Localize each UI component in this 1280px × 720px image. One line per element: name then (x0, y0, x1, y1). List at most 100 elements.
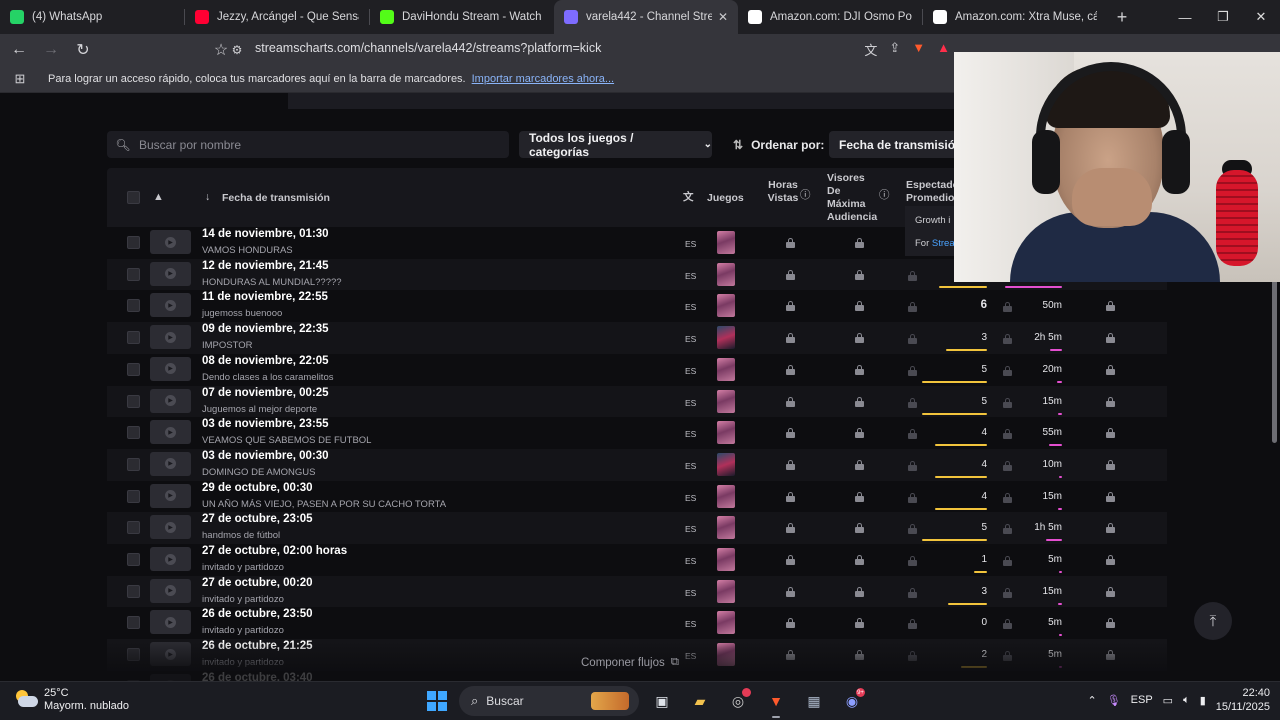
row-checkbox[interactable] (127, 648, 140, 662)
brave-browser-icon[interactable]: ▼ (761, 686, 791, 718)
table-row[interactable]: ▶ 09 de noviembre, 22:35 IMPOSTOR ES 3 2h 5m (107, 322, 1167, 354)
table-row[interactable]: ▶ 29 de octubre, 00:30 UN AÑO MÁS VIEJO, P… (107, 481, 1167, 513)
stream-date[interactable]: 07 de noviembre, 00:25 (202, 387, 329, 399)
game-cover-icon[interactable] (717, 452, 735, 476)
game-cover-icon[interactable] (717, 516, 735, 540)
stream-date[interactable]: 09 de noviembre, 22:35 (202, 323, 329, 335)
col-hours-watched[interactable]: Horas Vistas (766, 179, 800, 205)
stream-date[interactable]: 26 de octubre, 03:40 (202, 672, 313, 681)
col-peak-viewers[interactable]: Visores De Máxima Audiencia (827, 172, 877, 224)
browser-tab[interactable]: Amazon.com: DJI Osmo Pocket (738, 0, 922, 34)
close-tab-icon[interactable]: ✕ (718, 10, 728, 24)
game-cover-icon[interactable] (717, 294, 735, 318)
scrollbar-thumb[interactable] (1272, 263, 1277, 443)
game-cover-icon[interactable] (717, 231, 735, 254)
file-explorer-icon[interactable]: ▰ (685, 686, 715, 716)
stream-date[interactable]: 08 de noviembre, 22:05 (202, 355, 329, 367)
table-row[interactable]: ▶ 07 de noviembre, 00:25 Juguemos al mejor… (107, 385, 1167, 418)
search-box[interactable]: 🔍︎ (107, 131, 509, 158)
games-filter-dropdown[interactable]: Todos los juegos / categorías ⌄ (519, 131, 712, 159)
stream-thumbnail[interactable]: ▶ (150, 451, 191, 476)
stream-thumbnail[interactable]: ▶ (150, 610, 191, 635)
stream-date[interactable]: 12 de noviembre, 21:45 (202, 260, 329, 272)
task-view-icon[interactable]: ▣ (647, 686, 677, 716)
apps-grid-icon[interactable]: ⊞ (0, 71, 40, 87)
browser-tab[interactable]: Jezzy, Arcángel - Que Sensación (185, 0, 369, 34)
row-checkbox[interactable] (127, 394, 140, 408)
stream-thumbnail[interactable]: ▶ (150, 261, 191, 286)
game-cover-icon[interactable] (717, 389, 735, 413)
table-row[interactable]: ▶ 27 de octubre, 02:00 horas invitado y pa… (107, 544, 1167, 576)
stream-thumbnail[interactable]: ▶ (150, 230, 191, 254)
stream-date[interactable]: 03 de noviembre, 00:30 (202, 450, 329, 462)
stream-date[interactable]: 03 de noviembre, 23:55 (202, 418, 329, 430)
stream-thumbnail[interactable]: ▶ (150, 356, 191, 381)
site-info-icon[interactable]: ⚙ (224, 37, 250, 63)
game-cover-icon[interactable] (717, 262, 735, 286)
game-cover-icon[interactable] (717, 326, 735, 350)
date-sort-icon[interactable]: ↓ (205, 191, 210, 204)
compose-streams-button[interactable]: Componer flujos ⧉ (581, 656, 679, 669)
stream-date[interactable]: 26 de octubre, 23:50 (202, 608, 313, 620)
game-cover-icon[interactable] (717, 548, 735, 571)
stream-date[interactable]: 27 de octubre, 23:05 (202, 513, 313, 525)
battery-icon[interactable]: ▮ (1200, 694, 1206, 707)
language-indicator[interactable]: ESP (1131, 694, 1153, 706)
close-window-button[interactable]: ✕ (1242, 0, 1280, 34)
microphone-tray-icon[interactable]: 🎙︎ (1107, 694, 1121, 707)
table-row[interactable]: ▶ 08 de noviembre, 22:05 Dendo clases a lo… (107, 354, 1167, 386)
row-checkbox[interactable] (127, 299, 140, 313)
table-row[interactable]: ▶ 26 de octubre, 23:50 invitado y partidoz… (107, 607, 1167, 639)
row-checkbox[interactable] (127, 362, 140, 376)
browser-tab[interactable]: (4) WhatsApp (0, 0, 184, 34)
row-checkbox[interactable] (127, 584, 140, 598)
stream-date[interactable]: 26 de octubre, 21:25 (202, 640, 313, 652)
brave-shield-icon[interactable]: ▼ (912, 40, 925, 59)
forward-button[interactable]: → (38, 37, 64, 63)
game-cover-icon[interactable] (717, 357, 735, 381)
stream-thumbnail[interactable]: ▶ (150, 578, 191, 603)
row-checkbox[interactable] (127, 236, 140, 249)
browser-tab[interactable]: DaviHondu Stream - Watch (370, 0, 554, 34)
stream-thumbnail[interactable]: ▶ (150, 483, 191, 508)
table-row[interactable]: ▶ 26 de octubre, 03:40 (107, 671, 1167, 681)
maximize-button[interactable]: ❐ (1204, 0, 1242, 34)
stream-date[interactable]: 29 de octubre, 00:30 (202, 482, 313, 494)
row-checkbox[interactable] (127, 331, 140, 345)
sort-dropdown[interactable]: Fecha de transmisión (829, 131, 969, 158)
stream-thumbnail[interactable]: ▶ (150, 547, 191, 571)
translate-icon[interactable]: 文 (864, 40, 877, 59)
table-row[interactable]: ▶ 03 de noviembre, 00:30 DOMINGO DE AMONGU… (107, 448, 1167, 481)
stream-date[interactable]: 11 de noviembre, 22:55 (202, 291, 328, 303)
browser-tab[interactable]: Amazon.com: Xtra Muse, cámar (923, 0, 1107, 34)
browser-tab[interactable]: varela442 - Channel Stream ✕ (554, 0, 738, 34)
clock[interactable]: 22:40 15/11/2025 (1216, 686, 1270, 714)
weather-widget[interactable]: 25°C Mayorm. nublado (14, 687, 129, 713)
game-cover-icon[interactable] (717, 611, 735, 635)
chrome-icon[interactable]: ◎ (723, 686, 753, 716)
stream-thumbnail[interactable]: ▶ (150, 642, 191, 667)
table-row[interactable]: ▶ 03 de noviembre, 23:55 VEAMOS QUE SABEMO… (107, 417, 1167, 449)
url-field[interactable]: streamscharts.com/channels/varela442/str… (255, 41, 601, 55)
row-checkbox[interactable] (127, 426, 140, 440)
new-tab-button[interactable]: + (1107, 7, 1137, 28)
chevron-up-icon[interactable]: ⌃ (1087, 694, 1096, 707)
volume-icon[interactable]: 🔈︎ (1183, 694, 1190, 707)
stream-thumbnail[interactable]: ▶ (150, 293, 191, 318)
row-checkbox[interactable] (127, 521, 140, 535)
select-all-checkbox[interactable] (127, 191, 140, 204)
col-date[interactable]: Fecha de transmisión (222, 192, 330, 205)
stream-thumbnail[interactable]: ▶ (150, 325, 191, 350)
game-cover-icon[interactable] (717, 643, 735, 667)
col-avg-viewers[interactable]: Espectado Promedio (906, 179, 958, 205)
back-button[interactable]: ← (6, 37, 32, 63)
network-icon[interactable]: ▭ (1163, 694, 1173, 707)
minimize-button[interactable]: — (1166, 0, 1204, 34)
import-bookmarks-link[interactable]: Importar marcadores ahora... (472, 73, 614, 85)
row-checkbox[interactable] (127, 267, 140, 281)
row-checkbox[interactable] (127, 553, 140, 566)
stream-date[interactable]: 27 de octubre, 00:20 (202, 577, 313, 589)
row-checkbox[interactable] (127, 489, 140, 503)
stream-date[interactable]: 14 de noviembre, 01:30 (202, 228, 329, 240)
table-row[interactable]: ▶ 11 de noviembre, 22:55 jugemoss buenooo E… (107, 290, 1167, 322)
